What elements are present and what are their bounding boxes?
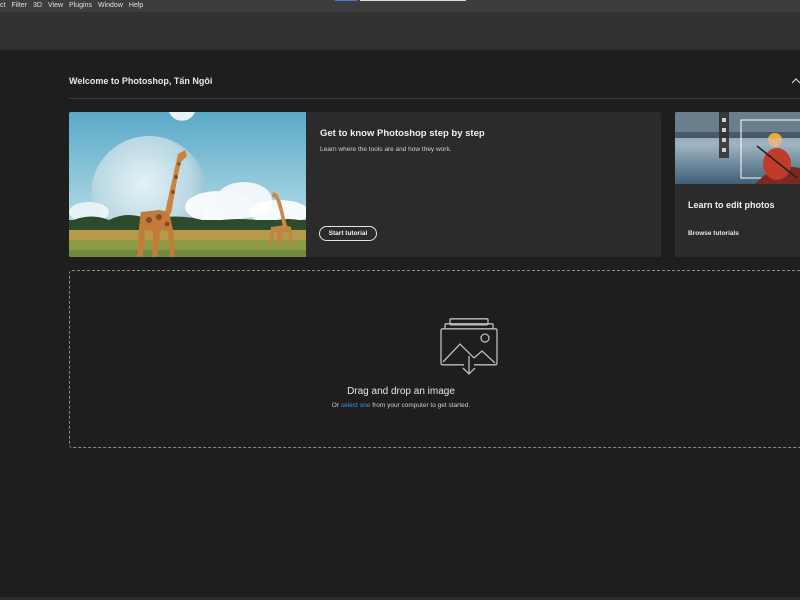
menu-3d[interactable]: 3D: [30, 0, 45, 12]
tutorial-card-title: Get to know Photoshop step by step: [320, 128, 485, 139]
drop-zone-title: Drag and drop an image: [347, 386, 455, 397]
select-one-link[interactable]: select one: [341, 402, 371, 409]
options-bar: [0, 12, 800, 50]
edit-photos-card[interactable]: Learn to edit photos Browse tutorials: [675, 112, 800, 257]
start-tutorial-button[interactable]: Start tutorial: [319, 226, 377, 241]
menu-bar: ct Filter 3D View Plugins Window Help: [0, 0, 800, 12]
menu-select[interactable]: ct: [0, 0, 8, 12]
tutorial-thumbnail: [69, 112, 306, 257]
chevron-up-icon[interactable]: [790, 75, 800, 87]
menu-view[interactable]: View: [45, 0, 66, 12]
tutorial-card[interactable]: Get to know Photoshop step by step Learn…: [69, 112, 661, 257]
image-upload-icon: [440, 318, 498, 375]
menu-filter[interactable]: Filter: [8, 0, 30, 12]
menu-window[interactable]: Window: [95, 0, 126, 12]
tutorial-card-description: Learn where the tools are and how they w…: [320, 146, 452, 153]
menu-help[interactable]: Help: [126, 0, 146, 12]
title-indicator-white: [360, 0, 466, 1]
section-divider: [69, 98, 800, 99]
drop-zone[interactable]: Drag and drop an image Or select one fro…: [69, 270, 800, 448]
welcome-heading: Welcome to Photoshop, Tấn Ngôi: [69, 76, 213, 86]
drop-zone-subtitle: Or select one from your computer to get …: [1, 402, 800, 409]
drop-zone-suffix: from your computer to get started.: [370, 402, 471, 409]
browse-tutorials-link[interactable]: Browse tutorials: [688, 230, 739, 237]
edit-photos-title: Learn to edit photos: [688, 200, 775, 210]
menu-plugins[interactable]: Plugins: [66, 0, 95, 12]
title-indicator-blue: [335, 0, 357, 1]
edit-photos-thumbnail: [675, 112, 800, 184]
drop-zone-prefix: Or: [331, 402, 341, 409]
